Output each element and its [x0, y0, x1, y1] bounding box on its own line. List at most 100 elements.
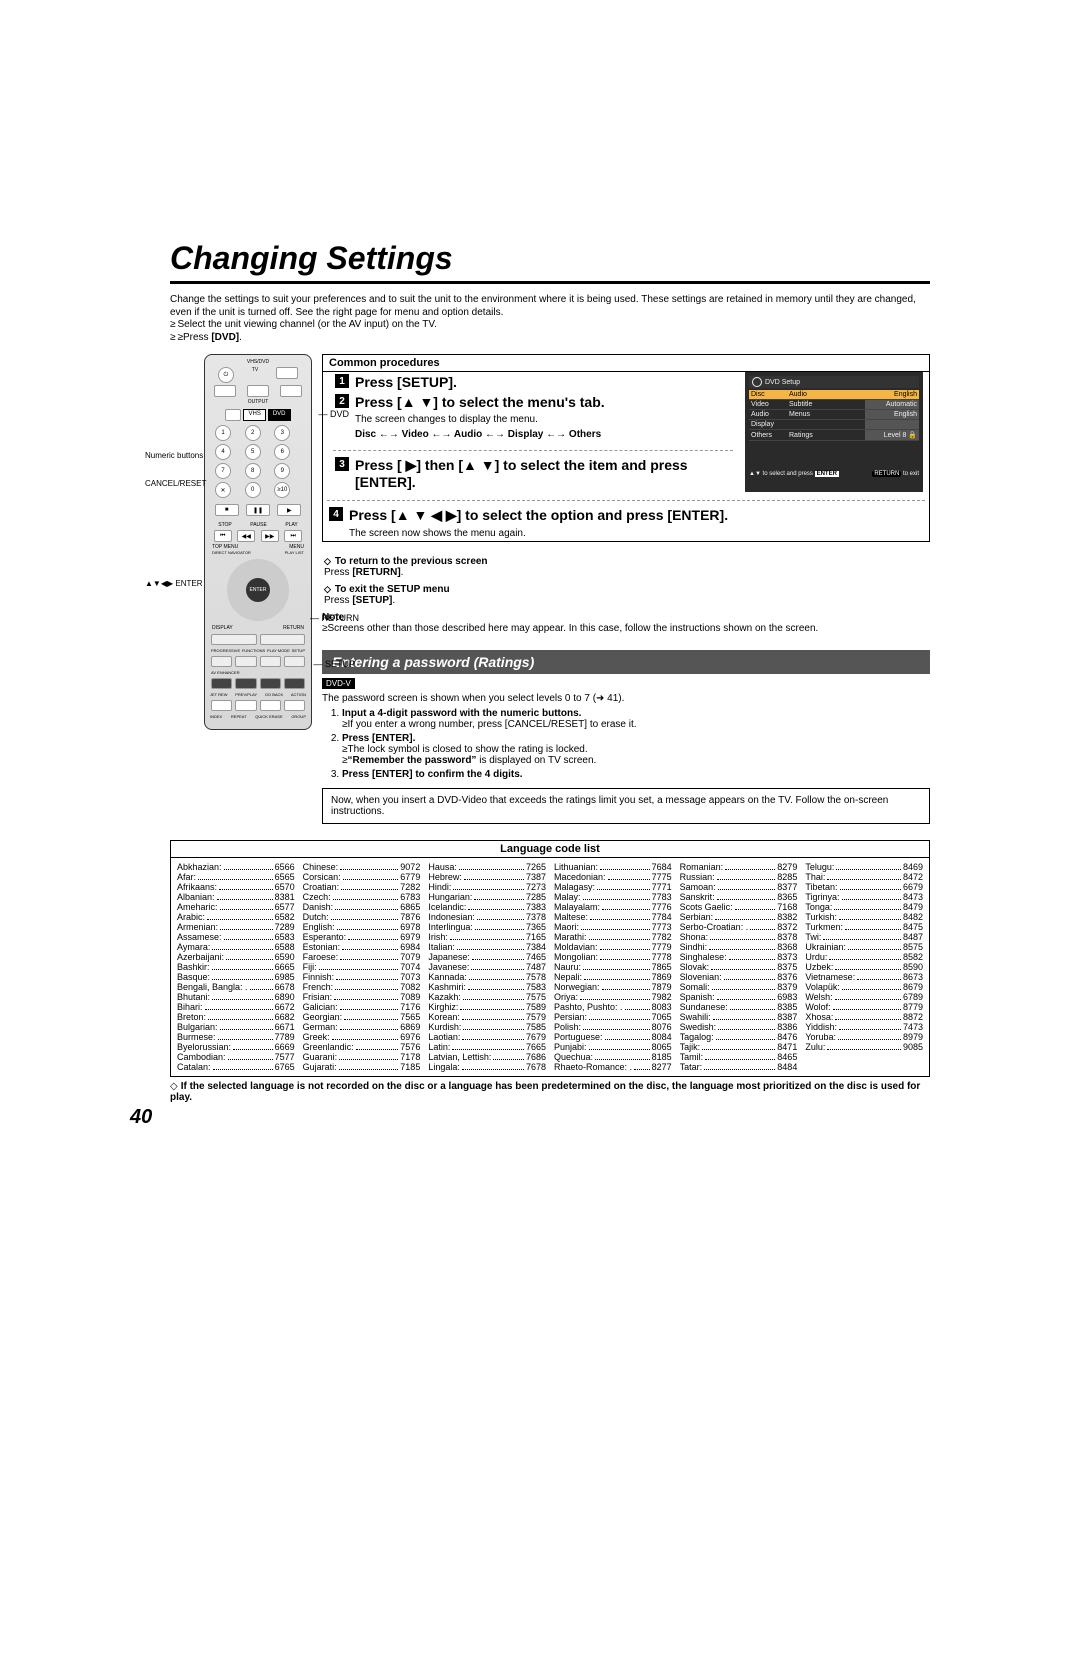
rew[interactable]: ◀◀ — [237, 530, 255, 542]
dashed-rule-2 — [327, 500, 925, 501]
lang-item: Tigrinya:8473 — [805, 892, 923, 902]
func-label: FUNCTIONS — [242, 648, 265, 653]
play-label: PLAY — [285, 522, 297, 528]
num-cancel[interactable]: ✕ — [215, 482, 231, 498]
output-btn[interactable] — [225, 409, 241, 421]
bot-2[interactable] — [235, 700, 256, 711]
setup-row: VideoSubtitleAutomatic — [749, 400, 919, 410]
lang-item: Tibetan:6679 — [805, 882, 923, 892]
lang-item: Esperanto:6979 — [303, 932, 421, 942]
intro-bullet-1: Select the unit viewing channel (or the … — [170, 319, 930, 332]
lang-item: Tajik:8471 — [680, 1042, 798, 1052]
num-8[interactable]: 8 — [245, 463, 261, 479]
setup-screen-preview: DVD Setup DiscAudioEnglishVideoSubtitleA… — [745, 372, 923, 492]
num-9[interactable]: 9 — [274, 463, 290, 479]
tv-label: TV — [252, 367, 258, 383]
num-6[interactable]: 6 — [274, 444, 290, 460]
exit-setup-title: To exit the SETUP menu — [322, 584, 930, 595]
qe-label: QUICK ERASE — [255, 714, 282, 719]
bot-4[interactable] — [284, 700, 305, 711]
play-button[interactable]: ▶ — [277, 504, 301, 516]
return-btn[interactable] — [260, 634, 306, 645]
func-btn[interactable] — [235, 656, 256, 667]
lang-item: Greenlandic:7576 — [303, 1042, 421, 1052]
skip-fwd[interactable]: ⏭ — [284, 530, 302, 542]
lang-item: Urdu:8582 — [805, 952, 923, 962]
lang-item: Portuguese:8084 — [554, 1032, 672, 1042]
lang-item: Finnish:7073 — [303, 972, 421, 982]
tv-power[interactable] — [276, 367, 298, 379]
lang-item: Maori:7773 — [554, 922, 672, 932]
bot-1[interactable] — [211, 700, 232, 711]
lang-item: Malayalam:7776 — [554, 902, 672, 912]
return-callout: — RETURN — [310, 613, 359, 623]
lang-item: Greek:6976 — [303, 1032, 421, 1042]
ratings-note-box: Now, when you insert a DVD-Video that ex… — [322, 788, 930, 824]
remote-vhsdvd-label: VHS/DVD — [209, 359, 307, 365]
color-1[interactable] — [211, 678, 232, 689]
action-label: ACTION — [291, 692, 306, 697]
tv-btn-3[interactable] — [280, 385, 302, 397]
dvd-callout: — DVD — [318, 409, 349, 419]
lang-column: Chinese:9072Corsican:6779Croatian:7282Cz… — [303, 862, 421, 1072]
return-prev-title: To return to the previous screen — [322, 556, 930, 567]
step-num-2: 2 — [335, 394, 349, 408]
setup-btn[interactable] — [284, 656, 305, 667]
lang-item: Swedish:8386 — [680, 1022, 798, 1032]
lang-item: Hausa:7265 — [428, 862, 546, 872]
prog-btn[interactable] — [211, 656, 232, 667]
lang-item: Tatar:8484 — [680, 1062, 798, 1072]
lang-item: Lingala:7678 — [428, 1062, 546, 1072]
stop-button[interactable]: ■ — [215, 504, 239, 516]
num-7[interactable]: 7 — [215, 463, 231, 479]
color-3[interactable] — [260, 678, 281, 689]
ff[interactable]: ▶▶ — [261, 530, 279, 542]
lang-item: Malagasy:7771 — [554, 882, 672, 892]
skip-back[interactable]: ⏮ — [214, 530, 232, 542]
num-plus10[interactable]: ≥10 — [274, 482, 290, 498]
setup-screen-title: DVD Setup — [749, 376, 919, 388]
step-3: Press [ ▶] then [▲ ▼] to select the item… — [355, 457, 731, 490]
num-3[interactable]: 3 — [274, 425, 290, 441]
lang-item: Arabic:6582 — [177, 912, 295, 922]
lang-item: Bhutani:6890 — [177, 992, 295, 1002]
lang-item: Polish:8076 — [554, 1022, 672, 1032]
lang-item: Yoruba:8979 — [805, 1032, 923, 1042]
playmode-btn[interactable] — [260, 656, 281, 667]
bot-3[interactable] — [260, 700, 281, 711]
lang-item: Yiddish:7473 — [805, 1022, 923, 1032]
enter-button[interactable]: ENTER — [246, 578, 270, 602]
color-2[interactable] — [235, 678, 256, 689]
display-btn[interactable] — [211, 634, 257, 645]
lang-item: Norwegian:7879 — [554, 982, 672, 992]
pause-button[interactable]: ❚❚ — [246, 504, 270, 516]
num-2[interactable]: 2 — [245, 425, 261, 441]
power-button[interactable]: ⏻ — [218, 367, 234, 383]
nav-pad[interactable]: ENTER — [227, 559, 289, 621]
lang-item: Javanese:7487 — [428, 962, 546, 972]
lang-item: Assamese:6583 — [177, 932, 295, 942]
color-4[interactable] — [284, 678, 305, 689]
tv-btn-1[interactable] — [214, 385, 236, 397]
lang-item: Kashmiri:7583 — [428, 982, 546, 992]
lang-item: German:6869 — [303, 1022, 421, 1032]
lang-item: Wolof:8779 — [805, 1002, 923, 1012]
setup-row: OthersRatingsLevel 8 🔒 — [749, 430, 919, 441]
lang-item: Sanskrit:8365 — [680, 892, 798, 902]
lang-item: Pashto, Pushto: .8083 — [554, 1002, 672, 1012]
lang-item: Ameharic:6577 — [177, 902, 295, 912]
lang-item: Bashkir:6665 — [177, 962, 295, 972]
pause-label: PAUSE — [250, 522, 267, 528]
lang-item: Afar:6565 — [177, 872, 295, 882]
enter-label: ▲▼◀▶ ENTER — [145, 579, 201, 588]
index-label: INDEX — [210, 714, 222, 719]
lang-item: Hindi:7273 — [428, 882, 546, 892]
num-5[interactable]: 5 — [245, 444, 261, 460]
lang-item: Romanian:8279 — [680, 862, 798, 872]
tv-btn-2[interactable] — [247, 385, 269, 397]
num-1[interactable]: 1 — [215, 425, 231, 441]
common-header: Common procedures — [323, 355, 929, 372]
num-4[interactable]: 4 — [215, 444, 231, 460]
num-0[interactable]: 0 — [245, 482, 261, 498]
lang-item: Malay:7783 — [554, 892, 672, 902]
